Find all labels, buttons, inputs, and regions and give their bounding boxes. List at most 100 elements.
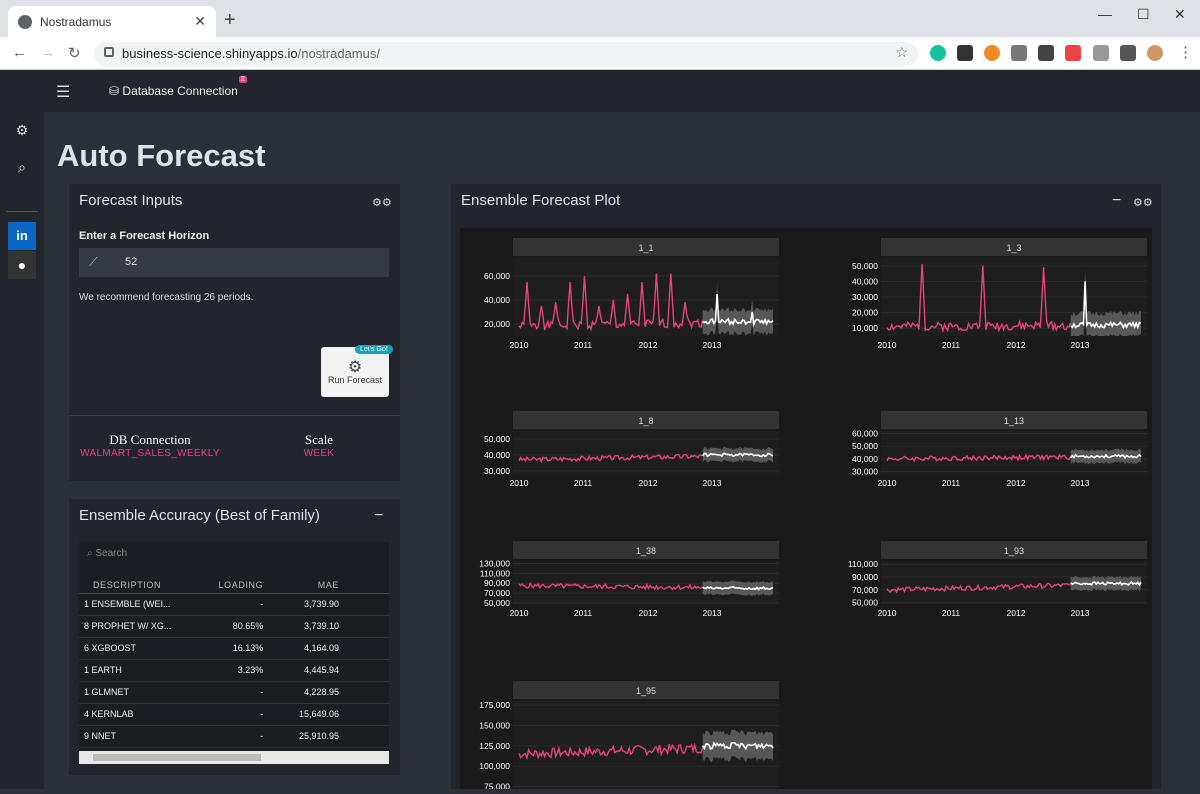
column-header-mae[interactable]: MAE xyxy=(269,577,389,594)
scrollbar-thumb[interactable] xyxy=(93,754,261,761)
back-icon[interactable]: ← xyxy=(12,44,27,61)
y-tick-label: 40,000 xyxy=(484,295,510,305)
table-row[interactable]: 6 XGBOOST 16.13% 4,164.09 xyxy=(79,637,389,660)
collapse-icon[interactable]: − xyxy=(374,507,383,525)
search-placeholder: Search xyxy=(95,548,128,559)
grammarly-icon[interactable] xyxy=(930,45,946,61)
facet-title: 1_93 xyxy=(1004,546,1024,556)
stack-icon[interactable] xyxy=(957,45,973,61)
more-menu-icon[interactable]: ⋮ xyxy=(1178,43,1193,61)
url-path: /nostradamus/ xyxy=(297,46,380,61)
db-connection-header: DB Connection xyxy=(109,432,191,447)
search-icon[interactable]: ⌕ xyxy=(8,153,36,181)
url-host: business-science.shinyapps.io xyxy=(122,46,298,61)
x-tick-label: 2011 xyxy=(942,340,961,350)
column-header-loading[interactable]: LOADING xyxy=(201,577,270,594)
extension-icon[interactable] xyxy=(1038,45,1054,61)
extension-icon[interactable] xyxy=(1065,45,1081,61)
gears-icon[interactable]: ⚙⚙ xyxy=(1133,196,1153,209)
database-icon: ⛁ xyxy=(109,84,120,98)
reload-icon[interactable]: ↻ xyxy=(68,44,81,62)
table-row[interactable]: 9 NNET -25,910.95 xyxy=(79,725,389,748)
db-connection-stat: DB Connection WALMART_SALES_WEEKLY xyxy=(79,432,221,459)
bookmark-star-icon[interactable]: ☆ xyxy=(895,44,908,61)
y-tick-label: 50,000 xyxy=(852,441,878,451)
forecast-inputs-panel: Forecast Inputs ⚙⚙ Enter a Forecast Hori… xyxy=(69,184,400,481)
cell-loading: - xyxy=(201,725,270,748)
close-tab-icon[interactable]: ✕ xyxy=(194,13,206,30)
column-header-description[interactable]: DESCRIPTION xyxy=(79,577,202,594)
database-connection-link[interactable]: ⛁ Database Connection 2 xyxy=(109,76,247,98)
extension-icon[interactable] xyxy=(984,45,1000,61)
x-tick-label: 2010 xyxy=(878,340,897,350)
x-tick-label: 2010 xyxy=(878,608,897,618)
y-tick-label: 50,000 xyxy=(852,261,878,271)
y-tick-label: 40,000 xyxy=(852,276,878,286)
y-tick-label: 70,000 xyxy=(852,585,878,595)
cell-description: 1 ENSEMBLE (WEI... xyxy=(79,593,202,616)
gears-icon[interactable]: ⚙ xyxy=(8,116,36,144)
linkedin-icon[interactable]: in xyxy=(8,222,36,250)
horizon-input[interactable]: ⟋ 52 xyxy=(79,248,389,277)
minimize-icon[interactable]: — xyxy=(1098,6,1112,22)
accuracy-table-container: ⌕ Search DESCRIPTION LOADING MAE 1 ENSEM… xyxy=(79,542,389,764)
collapse-icon[interactable]: − xyxy=(1112,192,1121,210)
forward-icon[interactable]: → xyxy=(40,44,55,61)
table-row[interactable]: 1 EARTH 3.23% 4,445.94 xyxy=(79,659,389,682)
facet-title: 1_8 xyxy=(638,416,653,426)
table-row[interactable]: 1 GLMNET -4,228.95 xyxy=(79,681,389,704)
browser-tab[interactable]: Nostradamus ✕ xyxy=(8,6,216,37)
y-tick-label: 60,000 xyxy=(484,271,510,281)
forecast-facet-plots: 1_1 20,000 40,000 60,000 2010 2011 2012 2013 1_3… xyxy=(479,238,1147,794)
cell-mae: 3,739.10 xyxy=(269,615,389,638)
table-row[interactable]: 8 PROPHET W/ XG... 80.65% 3,739.10 xyxy=(79,615,389,638)
hamburger-icon[interactable]: ☰ xyxy=(56,82,70,102)
github-icon[interactable]: ● xyxy=(8,251,36,279)
close-window-icon[interactable]: ✕ xyxy=(1174,6,1186,23)
new-tab-icon[interactable]: + xyxy=(224,9,236,32)
extension-icon[interactable] xyxy=(1011,45,1027,61)
y-tick-label: 30,000 xyxy=(852,292,878,302)
y-tick-label: 50,000 xyxy=(484,598,510,608)
cell-mae: 3,739.90 xyxy=(269,593,389,616)
x-tick-label: 2010 xyxy=(510,478,529,488)
avatar[interactable] xyxy=(1147,45,1163,61)
y-tick-label: 60,000 xyxy=(852,429,878,439)
cell-mae: 15,649.06 xyxy=(269,703,389,726)
extension-icon[interactable] xyxy=(1093,45,1109,61)
run-forecast-button[interactable]: ⚙ Run Forecast xyxy=(321,347,389,397)
facet-title: 1_1 xyxy=(638,243,653,253)
maximize-icon[interactable]: ☐ xyxy=(1137,6,1150,23)
y-tick-label: 130,000 xyxy=(479,558,510,568)
globe-icon xyxy=(18,14,32,29)
x-tick-label: 2013 xyxy=(1071,608,1090,618)
sidebar-divider xyxy=(6,211,38,212)
table-row[interactable]: 1 ENSEMBLE (WEI... -3,739.90 xyxy=(79,593,389,616)
cell-loading: 80.65% xyxy=(201,615,270,638)
x-tick-label: 2013 xyxy=(703,478,722,488)
cell-mae: 25,910.95 xyxy=(269,725,389,748)
url-field[interactable]: business-science.shinyapps.io/nostradamu… xyxy=(94,42,918,66)
y-tick-label: 70,000 xyxy=(484,588,510,598)
db-connection-value: WALMART_SALES_WEEKLY xyxy=(80,448,220,459)
x-tick-label: 2010 xyxy=(510,608,529,618)
x-tick-label: 2011 xyxy=(942,608,961,618)
divider xyxy=(69,415,400,416)
x-tick-label: 2013 xyxy=(1071,340,1090,350)
x-tick-label: 2012 xyxy=(639,478,658,488)
forecast-plot-area: 1_1 20,000 40,000 60,000 2010 2011 2012 2013 1_3… xyxy=(460,228,1152,794)
facet-title: 1_13 xyxy=(1004,416,1024,426)
search-icon: ⌕ xyxy=(87,548,93,559)
horizontal-scrollbar[interactable] xyxy=(79,751,389,764)
cell-loading: 16.13% xyxy=(201,637,270,660)
table-row[interactable]: 4 KERNLAB -15,649.06 xyxy=(79,703,389,726)
cell-loading: - xyxy=(201,593,270,616)
facet-title: 1_38 xyxy=(636,546,656,556)
search-input[interactable]: ⌕ Search xyxy=(87,548,127,559)
gears-icon[interactable]: ⚙⚙ xyxy=(372,196,392,209)
cell-mae: 4,445.94 xyxy=(269,659,389,682)
panel-title: Forecast Inputs xyxy=(79,192,183,209)
y-tick-label: 30,000 xyxy=(484,466,510,476)
facet-title: 1_3 xyxy=(1006,243,1021,253)
puzzle-icon[interactable] xyxy=(1120,45,1136,61)
